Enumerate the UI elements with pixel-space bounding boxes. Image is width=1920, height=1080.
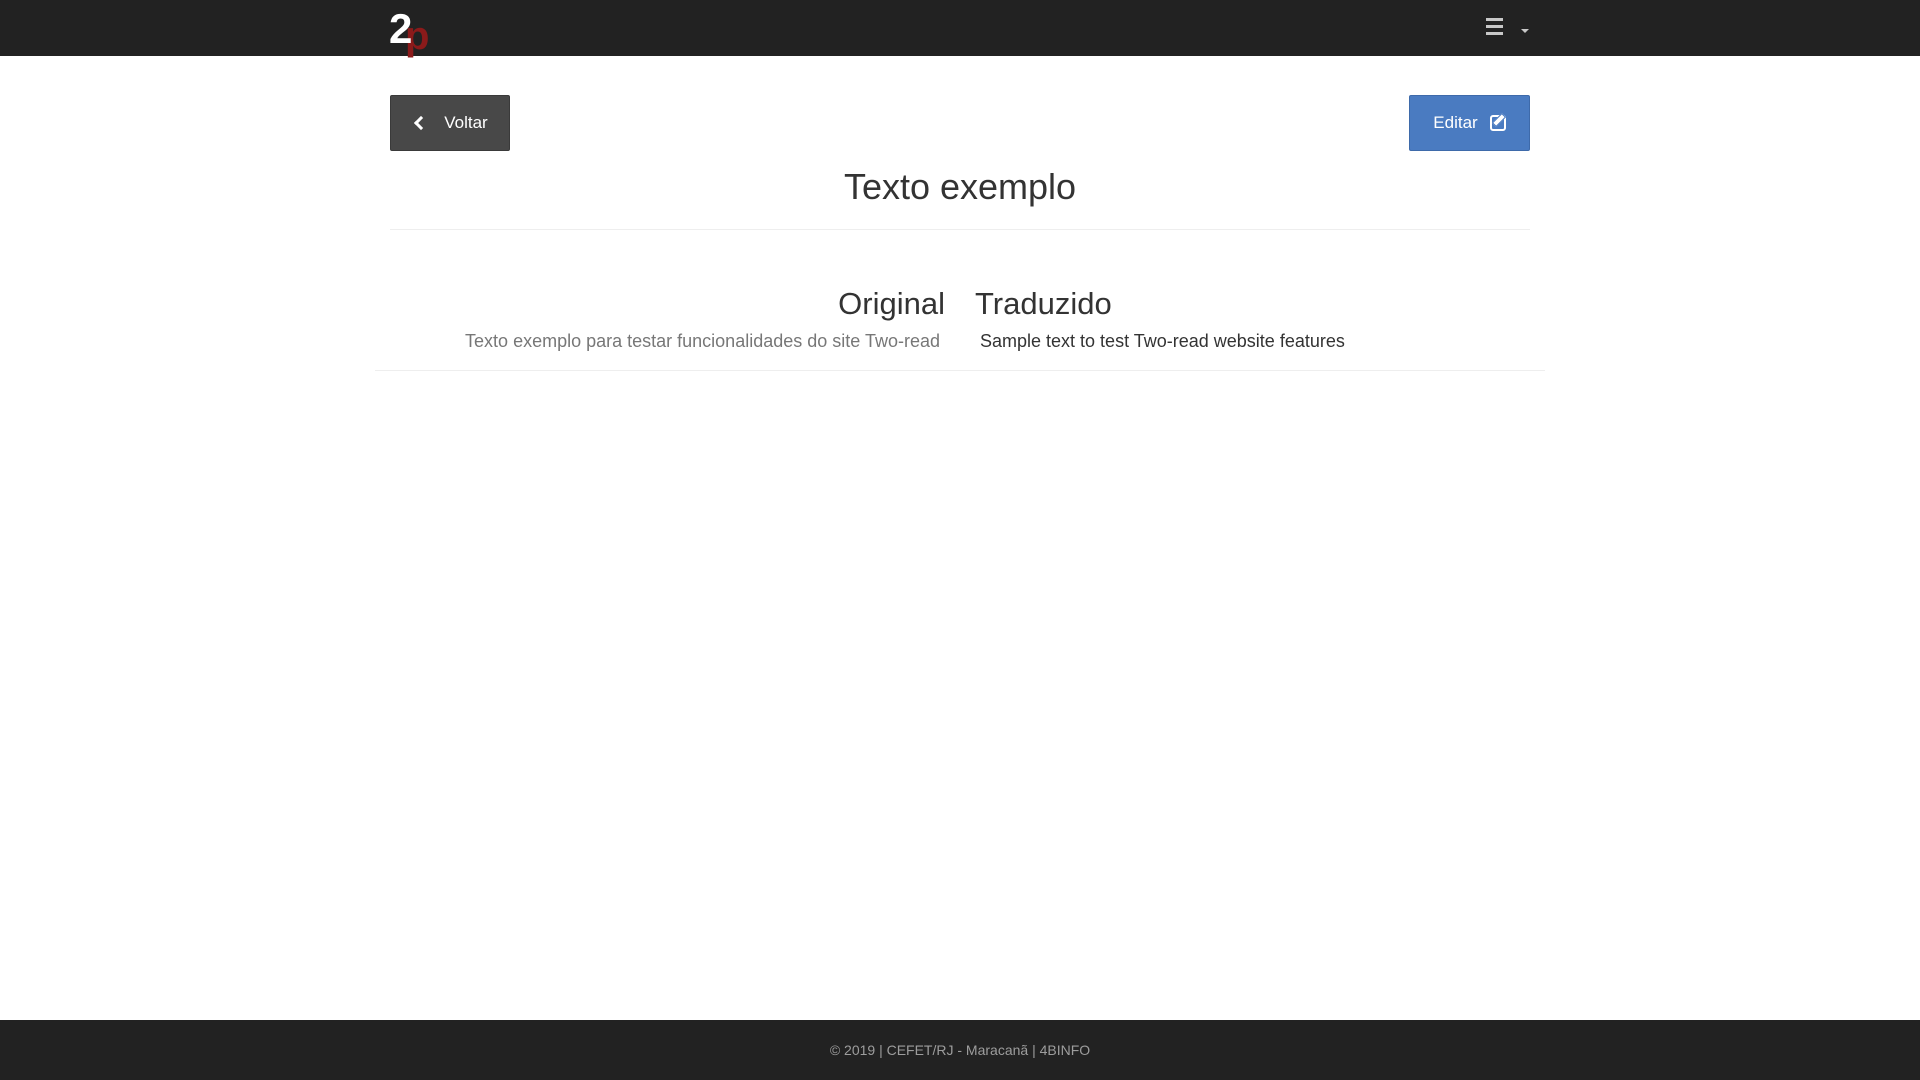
original-heading: Original [838,286,945,321]
edit-button[interactable]: Editar [1409,95,1530,151]
brand-logo[interactable]: p 2 [389,5,431,57]
edit-icon [1489,115,1506,131]
navbar: p 2 [0,0,1920,56]
translated-heading: Traduzido [975,286,1112,321]
menu-dropdown-toggle[interactable] [1486,14,1532,42]
back-button[interactable]: Voltar [390,95,510,151]
caret-down-icon [1521,29,1529,33]
content-divider [375,370,1545,371]
logo-main: 2 [389,5,413,52]
footer: © 2019 | CEFET/RJ - Maracanã | 4BINFO [0,1020,1920,1080]
footer-text: © 2019 | CEFET/RJ - Maracanã | 4BINFO [829,1042,1091,1058]
title-divider [390,229,1530,230]
translated-text: Sample text to test Two-read website fea… [980,331,1345,351]
bars-icon [1486,18,1504,36]
chevron-left-icon [414,115,429,131]
original-text: Texto exemplo para testar funcionalidade… [465,331,940,351]
page-title: Texto exemplo [843,166,1077,207]
back-button-label: Voltar [444,113,488,132]
edit-button-label: Editar [1433,113,1478,132]
